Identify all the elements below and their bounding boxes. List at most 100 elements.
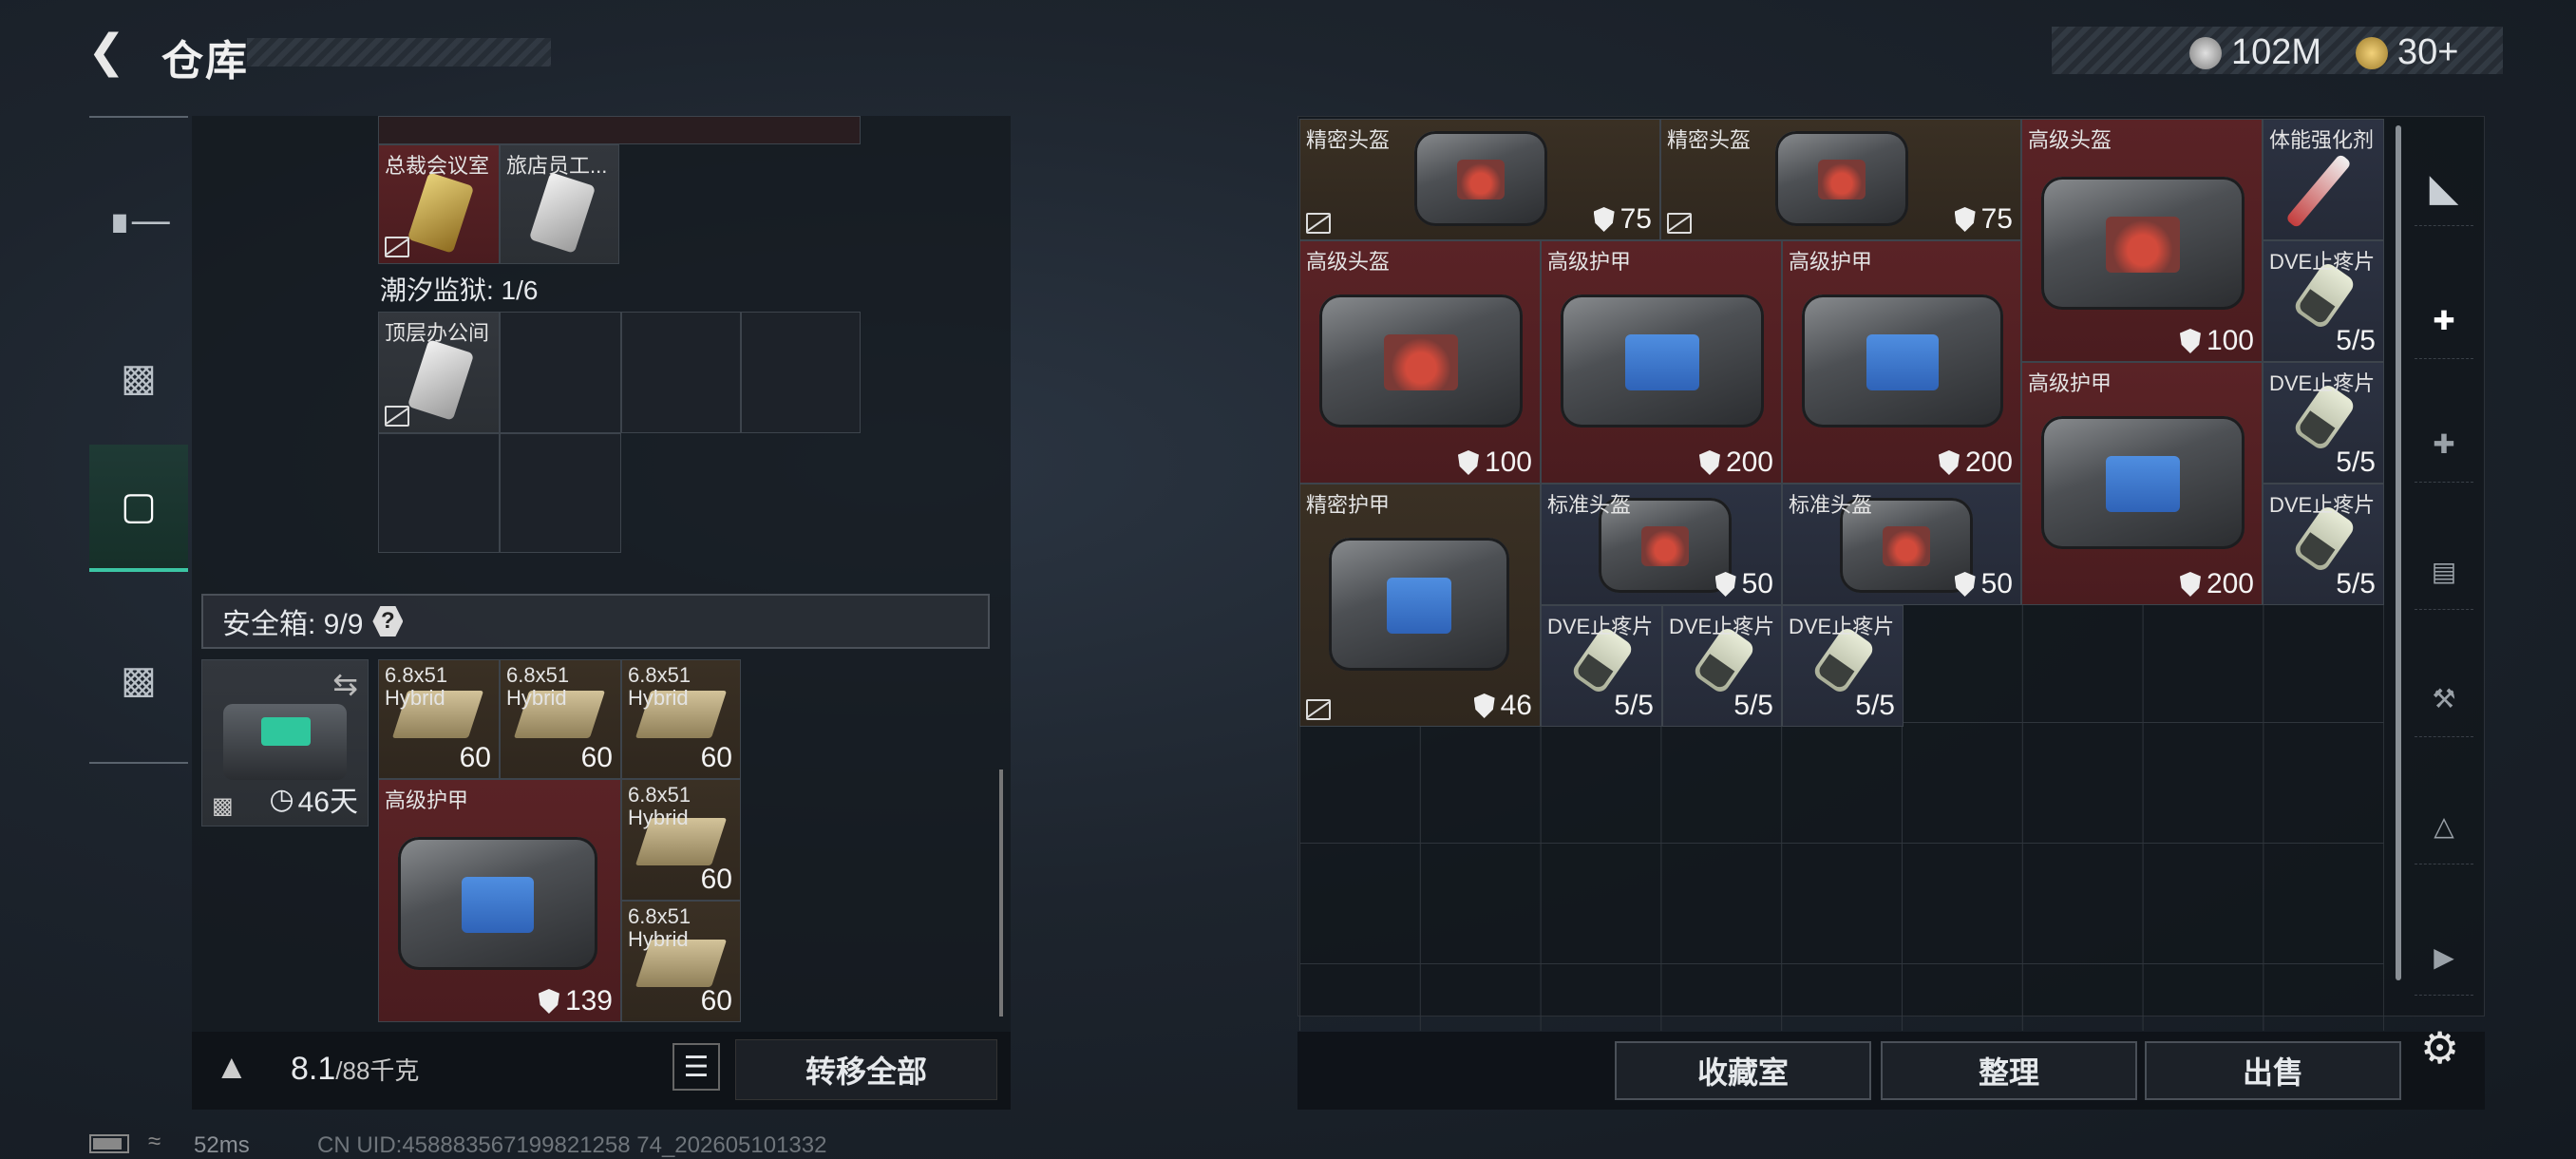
no-insurance-icon	[1306, 213, 1331, 234]
triangle-iv-icon[interactable]: △	[2415, 788, 2473, 864]
keycard-item[interactable]: 总裁会议室	[378, 144, 500, 264]
item-durability: 50	[1954, 568, 2013, 600]
safe-box-icon	[223, 704, 347, 780]
sidebar-item-backpack[interactable]: ▢	[89, 445, 188, 572]
item-durability: 50	[1714, 568, 1773, 600]
item-name: 6.8x51 Hybrid	[506, 663, 570, 710]
armor-item[interactable]: 精密护甲 46	[1299, 484, 1541, 727]
keycard-icon	[407, 339, 475, 421]
keycard-slot-empty[interactable]	[378, 433, 500, 553]
no-insurance-icon	[385, 237, 409, 257]
swap-icon[interactable]: ⇆	[332, 666, 358, 702]
ammo-item[interactable]: 6.8x51 Hybrid 60	[500, 659, 621, 779]
item-name: 旅店员工...	[506, 154, 608, 178]
armor-item[interactable]: 高级护甲 200	[2021, 362, 2263, 605]
durability-value: 75	[1619, 203, 1652, 235]
painkiller-item[interactable]: DVE止疼片 5/5	[1662, 605, 1782, 727]
painkiller-item[interactable]: DVE止疼片 5/5	[2263, 362, 2384, 484]
medkit-iv-2-icon[interactable]: ✚	[2415, 407, 2473, 483]
armor-icon	[1802, 294, 2003, 428]
painkiller-item[interactable]: DVE止疼片 5/5	[2263, 240, 2384, 362]
item-durability: 46	[1473, 690, 1532, 722]
sell-button[interactable]: 出售	[2145, 1041, 2401, 1100]
storage-tabs: ◣ ✚ ✚ ▤ ⚒ △ ▶	[2401, 116, 2485, 1110]
item-durability: 100	[2179, 325, 2254, 357]
ammo-item[interactable]: 6.8x51 Hybrid 60	[621, 659, 741, 779]
back-button[interactable]: ❮	[87, 28, 135, 76]
item-qty: 5/5	[1855, 690, 1895, 721]
medkit-iv-icon[interactable]: ✚	[2415, 283, 2473, 359]
helmet-item[interactable]: 高级头盔 100	[1299, 240, 1541, 484]
item-qty: 5/5	[2336, 325, 2376, 356]
shield-icon	[1698, 450, 1720, 475]
keycard-slot-empty[interactable]	[500, 433, 621, 553]
ammo-item[interactable]: 6.8x51 Hybrid 60	[621, 779, 741, 901]
folder-iv-icon[interactable]: ▤	[2415, 534, 2473, 610]
gear-icon[interactable]: ⚙	[2420, 1022, 2459, 1074]
transfer-all-button[interactable]: 转移全部	[735, 1039, 997, 1100]
item-name: 高级护甲	[2028, 371, 2112, 395]
painkiller-item[interactable]: DVE止疼片 5/5	[1541, 605, 1662, 727]
sidebar-item-weapon[interactable]: ∎—	[89, 171, 188, 270]
item-name: 6.8x51 Hybrid	[628, 663, 691, 710]
collection-button[interactable]: 收藏室	[1615, 1041, 1871, 1100]
helmet-item[interactable]: 精密头盔 75	[1299, 119, 1660, 240]
sidebar-item-case[interactable]: ▩	[89, 631, 188, 730]
helmet-item[interactable]: 精密头盔 75	[1660, 119, 2021, 240]
durability-value: 50	[1980, 568, 2013, 599]
item-name: 高级护甲	[1789, 250, 1873, 274]
armor-icon	[398, 837, 597, 970]
item-name: 6.8x51 Hybrid	[628, 783, 691, 829]
armor-item[interactable]: 高级护甲 139	[378, 779, 621, 1022]
sidebar-item-armor[interactable]: ▩	[89, 329, 188, 428]
durability-value: 200	[1964, 446, 2013, 478]
list-icon: ☰	[683, 1051, 710, 1083]
gti-icon[interactable]: ▶	[2415, 920, 2473, 996]
helmet-item[interactable]: 标准头盔 50	[1782, 484, 2021, 605]
item-name: DVE止疼片	[1789, 615, 1895, 638]
durability-value: 46	[1500, 690, 1532, 721]
help-icon[interactable]: ?	[372, 606, 404, 636]
shield-icon	[1954, 207, 1976, 232]
item-qty: 5/5	[2336, 568, 2376, 599]
shield-icon	[1938, 450, 1960, 475]
keycard-slot-empty[interactable]	[621, 312, 741, 433]
item-qty: 60	[700, 742, 732, 773]
ammo-item[interactable]: 6.8x51 Hybrid 60	[621, 901, 741, 1022]
left-scrollbar[interactable]	[999, 770, 1003, 1016]
item-durability: 75	[1593, 203, 1652, 236]
ammo-item[interactable]: 6.8x51 Hybrid 60	[378, 659, 500, 779]
category-sidebar: ∎— ▩ ▢ ▩	[89, 116, 188, 764]
item-name: 高级头盔	[1306, 250, 1391, 274]
safe-box-header: 安全箱: 9/9 ?	[201, 594, 990, 649]
durability-value: 100	[2206, 325, 2254, 356]
shield-icon	[1457, 450, 1479, 475]
stim-item[interactable]: 体能强化剂	[2263, 119, 2384, 240]
gold-currency: 30+	[2356, 32, 2458, 73]
item-name: DVE止疼片	[2269, 250, 2376, 274]
keycard-item[interactable]: 顶层办公间	[378, 312, 500, 433]
list-button[interactable]: ☰	[672, 1043, 720, 1091]
armor-icon	[2041, 416, 2245, 549]
keycard-slot-empty[interactable]	[741, 312, 861, 433]
grid-top-row	[378, 116, 861, 144]
helmet-slot-icon[interactable]: ◣	[2415, 150, 2473, 226]
durability-value: 200	[1725, 446, 1773, 478]
shield-icon	[538, 989, 559, 1014]
keycard-slot-empty[interactable]	[500, 312, 621, 433]
armor-item[interactable]: 高级护甲 200	[1782, 240, 2021, 484]
tool-iv-icon[interactable]: ⚒	[2415, 661, 2473, 737]
keycard-item[interactable]: 旅店员工...	[500, 144, 619, 264]
safe-box-container[interactable]: ⇆ ▩ ◷ 46天	[201, 659, 369, 826]
helmet-item[interactable]: 高级头盔 100	[2021, 119, 2263, 362]
prison-keycard-label: 潮汐监狱: 1/6	[380, 276, 539, 305]
briefcase-icon: ▩	[121, 659, 157, 701]
helmet-item[interactable]: 标准头盔 50	[1541, 484, 1782, 605]
shield-icon	[1714, 572, 1736, 597]
no-insurance-icon	[1306, 699, 1331, 720]
painkiller-item[interactable]: DVE止疼片 5/5	[2263, 484, 2384, 605]
painkiller-item[interactable]: DVE止疼片 5/5	[1782, 605, 1904, 727]
armor-item[interactable]: 高级护甲 200	[1541, 240, 1782, 484]
sort-button[interactable]: 整理	[1881, 1041, 2137, 1100]
gold-amount: 30+	[2397, 32, 2459, 72]
